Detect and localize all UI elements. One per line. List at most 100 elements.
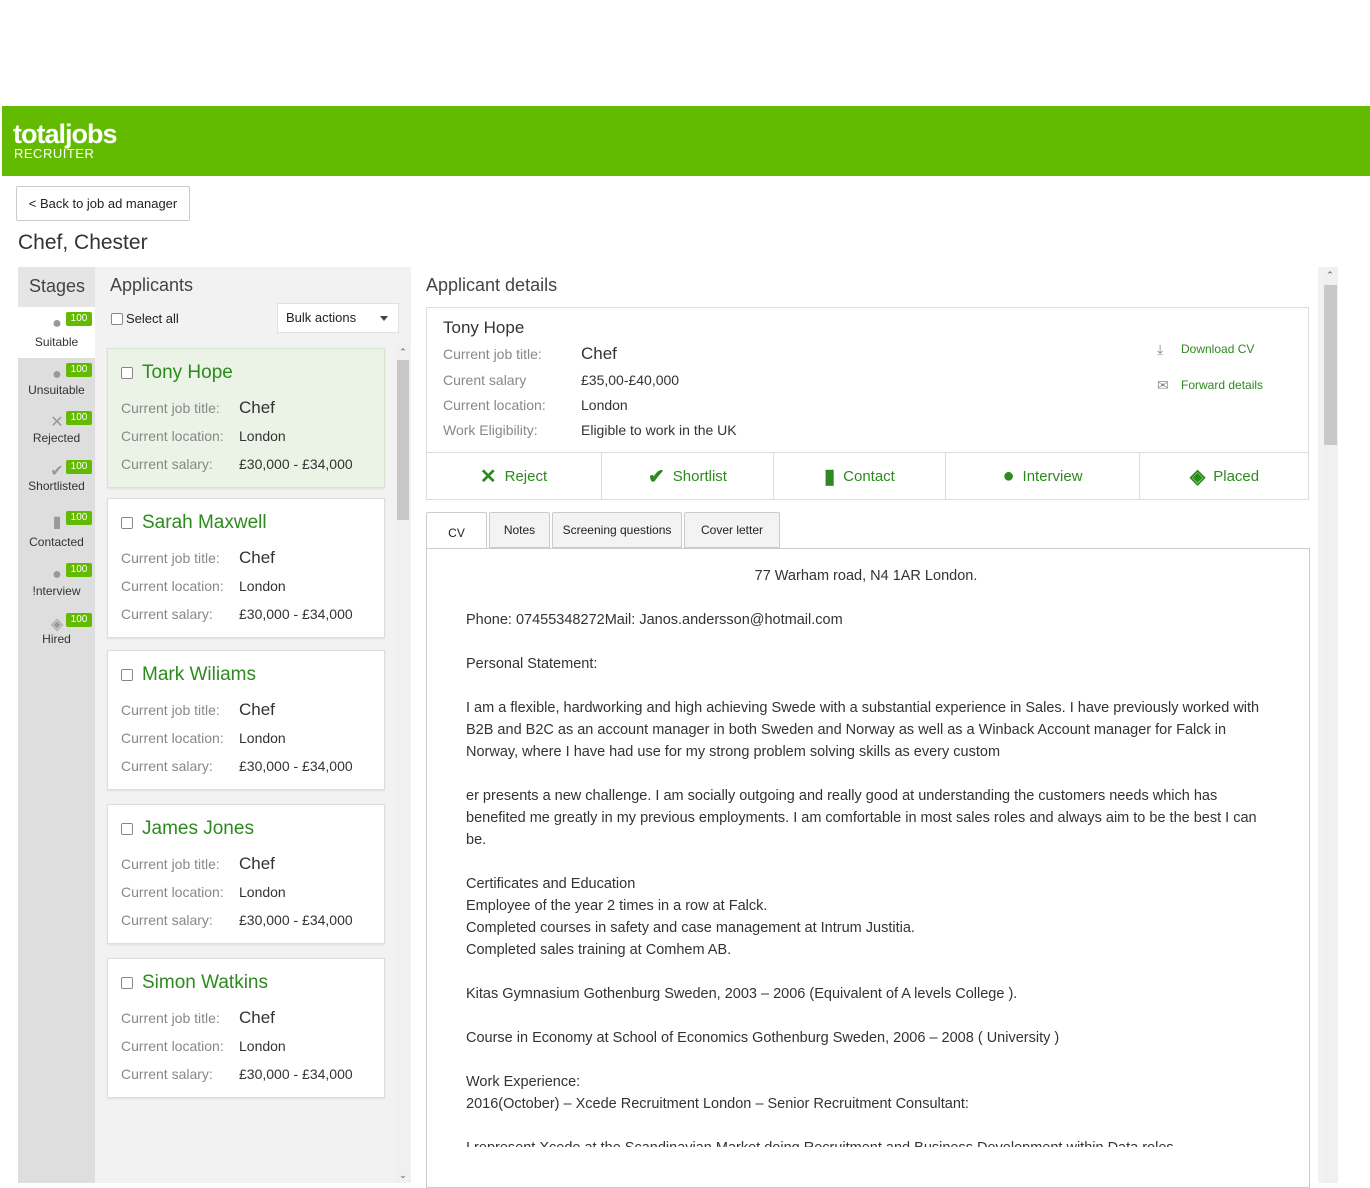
placed-label: Placed: [1213, 468, 1260, 485]
applicant-info-card: Tony Hope Current job title: Chef Curent …: [426, 307, 1309, 500]
location-label: Current location:: [121, 1038, 224, 1054]
applicant-card[interactable]: Mark Wiliams Current job title: Chef Curr…: [107, 650, 385, 790]
page-title: Chef, Chester: [18, 231, 148, 254]
scrollbar-thumb[interactable]: [397, 360, 409, 520]
job-title-label: Current job title:: [121, 400, 220, 416]
location-value: London: [239, 428, 286, 444]
contact-button[interactable]: ▮ Contact: [774, 453, 946, 500]
location-label: Current location:: [121, 730, 224, 746]
salary-value: £30,000 - £34,000: [239, 912, 353, 928]
bulk-actions-dropdown[interactable]: Bulk actions: [277, 303, 399, 333]
applicant-checkbox[interactable]: [121, 669, 133, 681]
detail-value: Chef: [581, 344, 617, 363]
back-to-job-ad-manager-button[interactable]: < Back to job ad manager: [16, 186, 190, 221]
forward-details-link[interactable]: ✉ Forward details: [1157, 377, 1263, 393]
placed-button[interactable]: ◈ Placed: [1140, 453, 1309, 500]
reject-button[interactable]: ✕ Reject: [426, 453, 602, 500]
x-icon: ✕: [50, 414, 64, 431]
applicant-name[interactable]: Tony Hope: [142, 362, 233, 384]
scroll-down-icon[interactable]: ⌄: [396, 1169, 410, 1181]
reject-label: Reject: [504, 468, 548, 485]
interview-label: Interview: [1022, 468, 1083, 485]
applicant-name[interactable]: James Jones: [142, 818, 254, 840]
contact-card-icon: ▮: [824, 466, 836, 488]
cv-line: Course in Economy at School of Economics…: [466, 1030, 1060, 1046]
contact-card-icon: ▮: [52, 514, 62, 531]
chevron-down-icon: [380, 316, 388, 321]
stage-rejected[interactable]: ✕ 100 Rejected: [18, 406, 95, 455]
cv-contact: Phone: 07455348272Mail: Janos.andersson@…: [466, 612, 843, 628]
detail-label: Current location:: [443, 397, 546, 413]
download-icon: ⤓: [1157, 341, 1164, 357]
cv-line: I represent Xcede at the Scandinavian Ma…: [466, 1137, 1266, 1147]
stage-count-badge: 100: [66, 511, 92, 525]
cv-line: Completed courses in safety and case man…: [466, 920, 915, 936]
applicant-details-heading: Applicant details: [426, 275, 558, 295]
applicant-card[interactable]: Sarah Maxwell Current job title: Chef Cur…: [107, 498, 385, 638]
select-all-checkbox[interactable]: [111, 312, 123, 325]
stage-unsuitable[interactable]: ● 100 Unsuitable: [18, 358, 95, 406]
interview-button[interactable]: ● Interview: [946, 453, 1140, 500]
stage-contacted[interactable]: ▮ 100 Contacted: [18, 506, 95, 558]
applicants-column: Applicants Select all Bulk actions Tony …: [95, 267, 411, 1183]
contact-label: Contact: [843, 468, 895, 485]
totaljobs-logo[interactable]: totaljobs RECRUITER: [13, 121, 117, 161]
cv-work-heading: Work Experience:: [466, 1074, 581, 1090]
forward-details-label: Forward details: [1181, 378, 1264, 392]
location-value: London: [239, 1038, 286, 1054]
applicant-name[interactable]: Sarah Maxwell: [142, 512, 267, 534]
location-value: London: [239, 730, 286, 746]
stage-label: Unsuitable: [28, 383, 85, 397]
applicant-checkbox[interactable]: [121, 517, 133, 529]
stage-count-badge: 100: [66, 411, 92, 425]
applicant-card[interactable]: James Jones Current job title: Chef Curre…: [107, 804, 385, 944]
job-title-label: Current job title:: [121, 550, 220, 566]
stage-count-badge: 100: [66, 363, 92, 377]
salary-label: Current salary:: [121, 912, 213, 928]
applicant-card[interactable]: Simon Watkins Current job title: Chef Cur…: [107, 958, 385, 1098]
select-all[interactable]: Select all: [111, 311, 179, 326]
salary-label: Current salary:: [121, 606, 213, 622]
applicant-name[interactable]: Simon Watkins: [142, 972, 268, 994]
detail-label: Work Eligibility:: [443, 422, 538, 438]
scroll-up-icon[interactable]: ⌃: [1323, 269, 1337, 281]
x-icon: ✕: [479, 466, 497, 488]
stage-interview[interactable]: ● 100 !nterview: [18, 558, 95, 608]
tab-screening-questions[interactable]: Screening questions: [552, 512, 682, 548]
download-cv-link[interactable]: ⤓ Download CV: [1157, 341, 1254, 357]
applicant-checkbox[interactable]: [121, 823, 133, 835]
job-title-value: Chef: [239, 398, 275, 417]
job-title-value: Chef: [239, 548, 275, 567]
stage-label: Shortlisted: [28, 479, 85, 493]
tab-cover-letter[interactable]: Cover letter: [684, 512, 780, 548]
stage-suitable[interactable]: ● 100 Suitable: [18, 307, 95, 358]
applicant-checkbox[interactable]: [121, 367, 133, 379]
location-value: London: [239, 884, 286, 900]
scroll-up-icon[interactable]: ⌃: [396, 346, 410, 358]
stages-sidebar: Stages ● 100 Suitable ● 100 Unsuitable ✕…: [18, 267, 95, 1183]
detail-label: Curent salary: [443, 372, 527, 388]
shortlist-button[interactable]: ✔ Shortlist: [602, 453, 774, 500]
stage-shortlisted[interactable]: ✔ 100 Shortlisted: [18, 455, 95, 506]
stage-count-badge: 100: [66, 563, 92, 577]
stage-hired[interactable]: ◈ 100 Hired: [18, 608, 95, 658]
applicant-checkbox[interactable]: [121, 977, 133, 989]
salary-label: Current salary:: [121, 456, 213, 472]
details-scrollbar[interactable]: ⌃: [1322, 267, 1338, 1183]
applicant-details-panel: Applicant details Tony Hope Current job …: [411, 267, 1318, 1188]
cv-viewer[interactable]: 77 Warham road, N4 1AR London. Phone: 07…: [426, 548, 1310, 1188]
applicants-scrollbar[interactable]: ⌃ ⌄: [396, 344, 410, 1183]
salary-label: Current salary:: [121, 758, 213, 774]
salary-value: £30,000 - £34,000: [239, 456, 353, 472]
stage-count-badge: 100: [66, 312, 92, 326]
applicant-name[interactable]: Mark Wiliams: [142, 664, 256, 686]
tab-notes[interactable]: Notes: [489, 512, 550, 548]
scrollbar-thumb[interactable]: [1324, 285, 1337, 445]
applicant-card[interactable]: Tony Hope Current job title: Chef Current…: [107, 348, 385, 488]
tab-cv[interactable]: CV: [426, 512, 487, 550]
detail-value: £35,00-£40,000: [581, 372, 680, 388]
location-label: Current location:: [121, 884, 224, 900]
stage-label: Rejected: [32, 431, 81, 445]
cv-line: Kitas Gymnasium Gothenburg Sweden, 2003 …: [466, 986, 1018, 1002]
stage-label: !nterview: [32, 584, 81, 598]
